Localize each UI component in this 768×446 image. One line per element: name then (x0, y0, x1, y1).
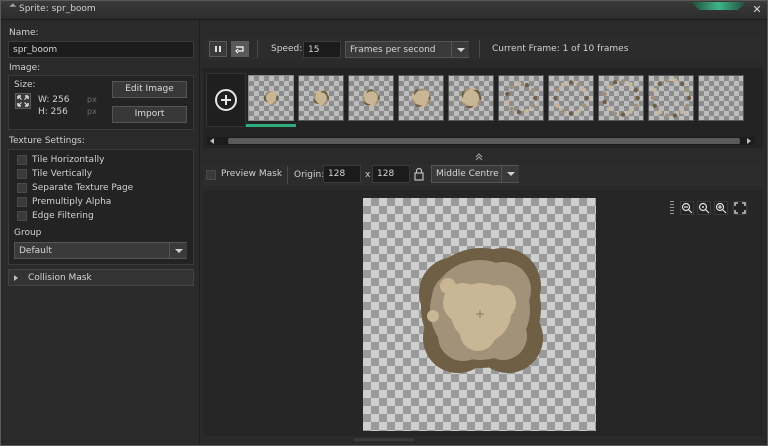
chevron-down-icon (507, 172, 515, 176)
frame-thumbnail[interactable] (248, 75, 294, 121)
frame-thumbnail-image (650, 78, 692, 118)
zoom-out-icon (681, 202, 693, 214)
premultiply-alpha-label: Premultiply Alpha (32, 197, 112, 207)
drag-handle-icon[interactable] (670, 201, 674, 214)
frame-thumbnail-image (362, 89, 380, 107)
fullscreen-icon (734, 202, 746, 214)
width-unit: px (87, 95, 97, 104)
fit-to-screen-button[interactable] (733, 201, 747, 215)
name-input[interactable]: spr_boom (8, 41, 194, 58)
pause-button[interactable] (209, 41, 227, 57)
edit-image-button[interactable]: Edit Image (112, 81, 187, 98)
separate-texture-page-label: Separate Texture Page (32, 183, 134, 193)
chevron-right-icon (14, 275, 18, 281)
selected-frame-indicator (246, 124, 296, 127)
tile-horizontally-label: Tile Horizontally (32, 155, 105, 165)
zoom-reset-button[interactable] (697, 201, 711, 215)
height-unit: px (87, 107, 97, 116)
add-frame-button[interactable] (206, 73, 246, 127)
size-label: Size: (14, 80, 36, 90)
toolbar-separator (479, 40, 480, 58)
origin-preset-dropdown-arrow[interactable] (501, 166, 519, 182)
zoom-in-button[interactable] (714, 201, 728, 215)
origin-x-input[interactable]: 128 (323, 165, 361, 183)
zoom-out-button[interactable] (680, 201, 694, 215)
frame-thumbnail-image (313, 89, 330, 107)
speed-label: Speed: (271, 44, 303, 54)
scroll-left-icon[interactable] (210, 138, 214, 144)
frame-thumbnail[interactable] (648, 75, 694, 121)
add-icon (215, 89, 237, 111)
frame-thumbnail-image (411, 88, 431, 108)
origin-label: Origin: (294, 170, 325, 180)
resize-grip[interactable] (354, 438, 414, 441)
texture-settings-label: Texture Settings: (9, 136, 85, 146)
premultiply-alpha-checkbox[interactable] (17, 197, 27, 207)
chevron-down-icon (175, 249, 183, 253)
collapse-icon[interactable] (474, 152, 484, 162)
group-select[interactable]: Default (14, 242, 187, 259)
frame-thumbnail-image (602, 79, 640, 117)
import-button[interactable]: Import (112, 106, 187, 123)
frame-thumbnail[interactable] (348, 75, 394, 121)
speed-input[interactable]: 15 (303, 41, 341, 58)
collision-mask-label: Collision Mask (28, 273, 92, 283)
frame-thumbnail-image (263, 91, 279, 105)
group-dropdown-arrow[interactable] (169, 243, 187, 258)
panel-divider (199, 20, 200, 444)
frame-thumbnail[interactable] (698, 75, 744, 121)
frame-strip-scroll-thumb[interactable] (228, 138, 740, 144)
frame-thumbnail-image (505, 81, 538, 115)
height-value: H: 256 (38, 107, 68, 117)
width-value: W: 256 (38, 95, 70, 105)
scroll-right-icon[interactable] (747, 138, 751, 144)
current-frame-label: Current Frame: 1 of 10 frames (492, 44, 629, 54)
speed-unit-value: Frames per second (350, 45, 436, 55)
lock-icon[interactable] (413, 167, 425, 181)
window-title: Sprite: spr_boom (19, 4, 96, 14)
loop-icon (235, 46, 244, 54)
frame-thumbnail-image (553, 80, 589, 116)
resize-icon[interactable] (15, 93, 31, 109)
separate-texture-page-checkbox[interactable] (17, 183, 27, 193)
origin-preset-value: Middle Centre (436, 169, 499, 179)
zoom-reset-icon (698, 202, 710, 214)
frame-thumbnail[interactable] (298, 75, 344, 121)
frame-thumbnail[interactable] (548, 75, 594, 121)
sprite-icon (5, 3, 17, 14)
close-icon[interactable]: ✕ (749, 3, 765, 17)
image-label: Image: (9, 63, 41, 73)
tile-horizontally-checkbox[interactable] (17, 155, 27, 165)
group-label: Group (14, 228, 42, 238)
loop-button[interactable] (231, 41, 249, 57)
group-select-value: Default (19, 246, 52, 256)
frame-thumbnail[interactable] (398, 75, 444, 121)
edge-filtering-checkbox[interactable] (17, 211, 27, 221)
edge-filtering-label: Edge Filtering (32, 211, 94, 221)
zoom-in-icon (715, 202, 727, 214)
pause-icon (215, 46, 221, 52)
preview-mask-label: Preview Mask (221, 169, 283, 179)
origin-y-input[interactable]: 128 (372, 165, 410, 183)
toolbar-separator (257, 40, 258, 58)
origin-separator: x (365, 170, 371, 180)
toolbar-separator (287, 166, 288, 184)
sprite-canvas[interactable] (363, 198, 596, 431)
chevron-down-icon (457, 48, 465, 52)
frame-thumbnail-image (460, 87, 482, 109)
title-accent-stripe (691, 2, 746, 10)
frame-thumbnail[interactable] (598, 75, 644, 121)
tile-vertically-checkbox[interactable] (17, 169, 27, 179)
frame-thumbnail[interactable] (498, 75, 544, 121)
name-label: Name: (9, 28, 39, 38)
frame-thumbnail[interactable] (448, 75, 494, 121)
explosion-sprite (419, 248, 543, 373)
preview-mask-checkbox[interactable] (206, 170, 216, 180)
tile-vertically-label: Tile Vertically (32, 169, 93, 179)
speed-unit-dropdown-arrow[interactable] (451, 42, 469, 57)
title-bar[interactable]: Sprite: spr_boom ✕ (1, 1, 767, 20)
